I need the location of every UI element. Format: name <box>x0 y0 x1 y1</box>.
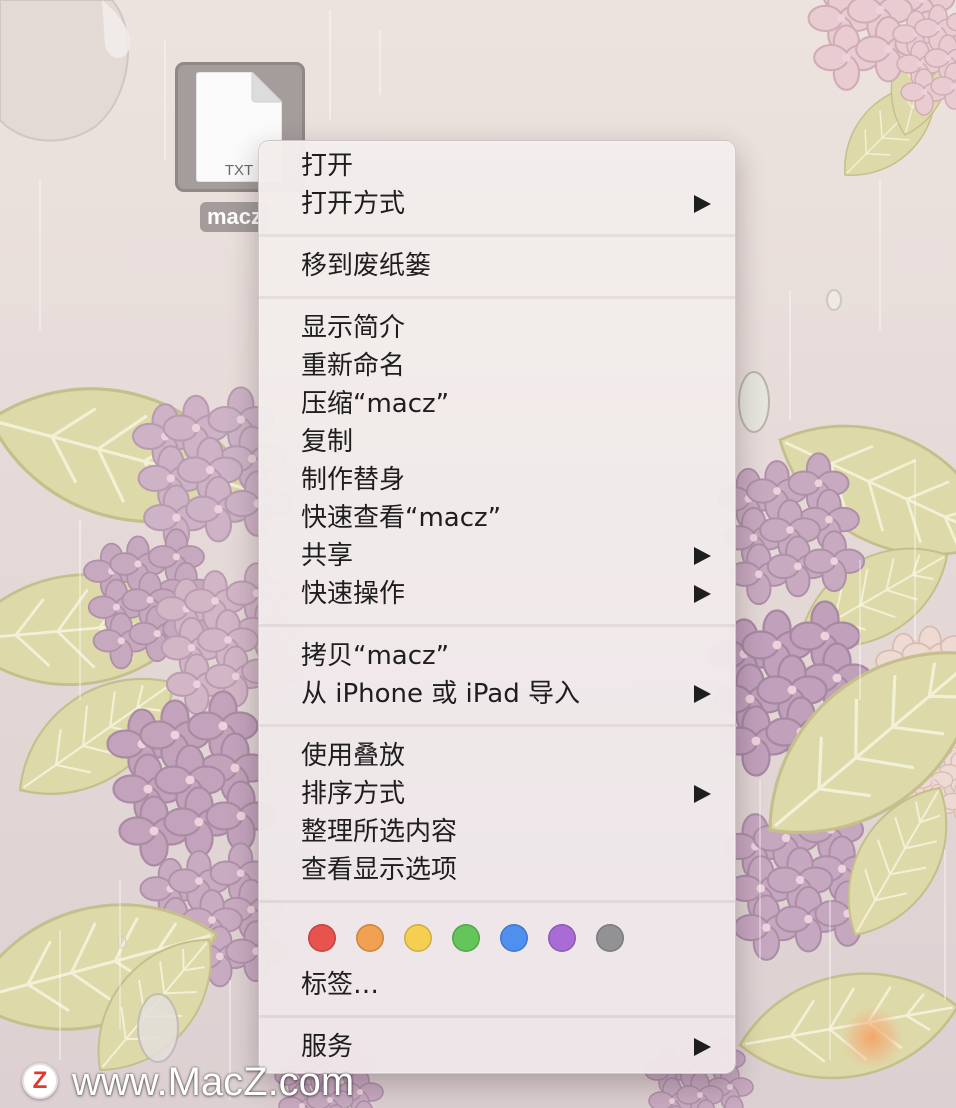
menu-item-rename[interactable]: 重新命名 <box>259 347 735 385</box>
menu-item-compress[interactable]: 压缩“macz” <box>259 385 735 423</box>
menu-item-use-stacks[interactable]: 使用叠放 <box>259 737 735 775</box>
tag-green[interactable] <box>452 924 480 952</box>
menu-item-quick-look[interactable]: 快速查看“macz” <box>259 499 735 537</box>
desktop-screen: TXT macz 打开 打开方式 移到废纸篓 显示简介 重新命名 压缩“macz… <box>0 0 956 1108</box>
submenu-arrow-icon <box>694 585 711 603</box>
menu-item-get-info[interactable]: 显示简介 <box>259 309 735 347</box>
menu-item-move-to-trash[interactable]: 移到废纸篓 <box>259 247 735 285</box>
menu-item-label: 移到废纸篓 <box>301 251 432 281</box>
tag-yellow[interactable] <box>404 924 432 952</box>
menu-item-label: 整理所选内容 <box>301 817 458 847</box>
menu-group-open: 打开 打开方式 <box>259 147 735 223</box>
menu-item-label: 排序方式 <box>301 779 406 809</box>
menu-group-trash: 移到废纸篓 <box>259 247 735 285</box>
menu-item-import-from-iphone[interactable]: 从 iPhone 或 iPad 导入 <box>259 675 735 713</box>
menu-item-label: 共享 <box>301 541 354 571</box>
menu-item-label: 使用叠放 <box>301 741 406 771</box>
menu-item-duplicate[interactable]: 复制 <box>259 423 735 461</box>
menu-item-open[interactable]: 打开 <box>259 147 735 185</box>
watermark-text: www.MacZ.com <box>72 1060 355 1104</box>
menu-item-label: 标签… <box>301 970 380 1000</box>
menu-item-label: 打开方式 <box>301 189 406 219</box>
menu-separator <box>259 613 735 637</box>
menu-group-tags: 标签… <box>259 913 735 1004</box>
submenu-arrow-icon <box>694 1038 711 1056</box>
menu-item-label: 从 iPhone 或 iPad 导入 <box>301 679 580 709</box>
tag-color-row <box>259 913 735 966</box>
menu-separator <box>259 285 735 309</box>
tag-blue[interactable] <box>500 924 528 952</box>
menu-item-label: 服务 <box>301 1032 354 1062</box>
tag-orange[interactable] <box>356 924 384 952</box>
macz-logo-icon: Z <box>22 1063 58 1099</box>
menu-item-copy[interactable]: 拷贝“macz” <box>259 637 735 675</box>
submenu-arrow-icon <box>694 547 711 565</box>
menu-separator <box>259 223 735 247</box>
menu-item-label: 快速操作 <box>301 579 406 609</box>
tag-purple[interactable] <box>548 924 576 952</box>
tag-red[interactable] <box>308 924 336 952</box>
menu-item-label: 拷贝“macz” <box>301 641 450 671</box>
submenu-arrow-icon <box>694 785 711 803</box>
menu-item-show-view-options[interactable]: 查看显示选项 <box>259 851 735 889</box>
menu-item-tags[interactable]: 标签… <box>259 966 735 1004</box>
submenu-arrow-icon <box>694 685 711 703</box>
tag-gray[interactable] <box>596 924 624 952</box>
menu-item-clean-up-selection[interactable]: 整理所选内容 <box>259 813 735 851</box>
menu-group-copy-import: 拷贝“macz” 从 iPhone 或 iPad 导入 <box>259 637 735 713</box>
menu-group-file-actions: 显示简介 重新命名 压缩“macz” 复制 制作替身 快速查看“macz” 共享 <box>259 309 735 613</box>
submenu-arrow-icon <box>694 195 711 213</box>
menu-item-share[interactable]: 共享 <box>259 537 735 575</box>
menu-item-label: 查看显示选项 <box>301 855 458 885</box>
menu-separator <box>259 1004 735 1028</box>
menu-item-quick-actions[interactable]: 快速操作 <box>259 575 735 613</box>
menu-item-label: 制作替身 <box>301 465 406 495</box>
menu-item-make-alias[interactable]: 制作替身 <box>259 461 735 499</box>
context-menu: 打开 打开方式 移到废纸篓 显示简介 重新命名 压缩“macz” 复制 制作替身… <box>258 140 736 1074</box>
menu-item-label: 快速查看“macz” <box>301 503 502 533</box>
menu-item-sort-by[interactable]: 排序方式 <box>259 775 735 813</box>
menu-item-label: 显示简介 <box>301 313 406 343</box>
menu-item-label: 重新命名 <box>301 351 406 381</box>
menu-separator <box>259 889 735 913</box>
menu-item-label: 压缩“macz” <box>301 389 450 419</box>
menu-item-open-with[interactable]: 打开方式 <box>259 185 735 223</box>
menu-group-view: 使用叠放 排序方式 整理所选内容 查看显示选项 <box>259 737 735 889</box>
menu-separator <box>259 713 735 737</box>
menu-item-label: 打开 <box>301 151 354 181</box>
menu-item-label: 复制 <box>301 427 354 457</box>
